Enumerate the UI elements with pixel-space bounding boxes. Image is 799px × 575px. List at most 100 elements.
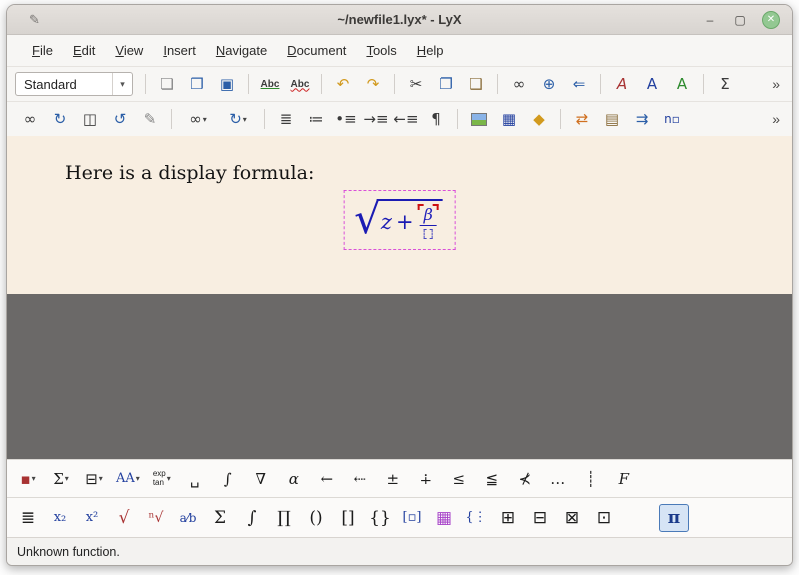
numbered-list-button[interactable]: ≔ bbox=[301, 106, 331, 133]
view-source-button[interactable]: ✎ bbox=[135, 106, 165, 133]
toggle-emphasis-button[interactable]: A bbox=[607, 71, 637, 98]
matrix-button[interactable]: ▦ bbox=[433, 504, 455, 532]
track-changes-button[interactable]: ⇄ bbox=[567, 106, 597, 133]
math-operators-menu[interactable]: ± bbox=[382, 465, 404, 493]
open-document-button[interactable]: ❒ bbox=[182, 71, 212, 98]
delete-row-button[interactable]: ⊟ bbox=[529, 504, 551, 532]
paragraph-style-combo[interactable]: Standard ▾ bbox=[15, 72, 133, 96]
math-integral-menu[interactable]: ∫ bbox=[217, 465, 239, 493]
parentheses-button[interactable]: () bbox=[305, 504, 327, 532]
menu-help[interactable]: Help bbox=[408, 39, 453, 62]
insert-graphics-button[interactable] bbox=[464, 106, 494, 133]
math-functions-menu[interactable]: exp tan▾ bbox=[151, 465, 173, 493]
math-negated-relations-menu[interactable]: ⊀ bbox=[514, 465, 536, 493]
insert-table-button[interactable]: ▦ bbox=[494, 106, 524, 133]
find-replace-button[interactable]: ∞ bbox=[504, 71, 534, 98]
bulleted-list-button[interactable]: •≡ bbox=[331, 106, 361, 133]
display-formula-button[interactable]: ≣ bbox=[17, 504, 39, 532]
close-button[interactable]: ✕ bbox=[762, 11, 780, 29]
apply-text-style-button[interactable]: A bbox=[667, 71, 697, 98]
toggle-math-toolbar-button[interactable]: π bbox=[659, 504, 689, 532]
nth-root-button[interactable]: ⁿ√ bbox=[145, 504, 167, 532]
math-font-menu[interactable]: AA▾ bbox=[116, 465, 140, 493]
math-operators-extra-menu[interactable]: ∔ bbox=[415, 465, 437, 493]
formula-fraction[interactable]: β bbox=[420, 206, 437, 239]
update-master-button[interactable]: ↺ bbox=[105, 106, 135, 133]
undo-button[interactable]: ↶ bbox=[328, 71, 358, 98]
paste-button[interactable]: ❑ bbox=[461, 71, 491, 98]
math-dots-menu[interactable]: … bbox=[547, 465, 569, 493]
view-other-formats-dropdown[interactable]: ∞▾ bbox=[178, 106, 218, 133]
default-paragraph-button[interactable]: ≣ bbox=[271, 106, 301, 133]
math-fraction-menu[interactable]: ⊟▾ bbox=[83, 465, 105, 493]
math-greek-menu[interactable]: α bbox=[283, 465, 305, 493]
title-bar[interactable]: ✎ ~/newfile1.lyx* - LyX – ▢ ✕ bbox=[7, 5, 792, 35]
empty-math-placeholder[interactable] bbox=[424, 229, 433, 239]
math-arrows-menu[interactable]: ← bbox=[316, 465, 338, 493]
cut-button[interactable]: ✂ bbox=[401, 71, 431, 98]
add-row-button[interactable]: ⊞ bbox=[497, 504, 519, 532]
menu-insert[interactable]: Insert bbox=[154, 39, 205, 62]
menu-file[interactable]: File bbox=[23, 39, 62, 62]
math-relations-menu[interactable]: ≤ bbox=[448, 465, 470, 493]
delimiters-button[interactable]: [▫] bbox=[401, 504, 423, 532]
toolbar-overflow-button[interactable]: » bbox=[768, 76, 784, 92]
new-document-button[interactable]: ❏ bbox=[152, 71, 182, 98]
maximize-button[interactable]: ▢ bbox=[732, 13, 748, 27]
big-product-button[interactable]: ∏ bbox=[273, 504, 295, 532]
menu-tools[interactable]: Tools bbox=[357, 39, 405, 62]
zoom-button[interactable]: ⊕ bbox=[534, 71, 564, 98]
formula-variable[interactable]: z bbox=[381, 210, 392, 234]
continuous-spellcheck-button[interactable]: Abc bbox=[285, 71, 315, 98]
fraction-button[interactable]: a⁄b bbox=[177, 504, 199, 532]
brackets-button[interactable]: [] bbox=[337, 504, 359, 532]
view-master-button[interactable]: ◫ bbox=[75, 106, 105, 133]
spellcheck-button[interactable]: Abc bbox=[255, 71, 285, 98]
menu-document[interactable]: Document bbox=[278, 39, 355, 62]
preview-button[interactable]: ∞ bbox=[15, 106, 45, 133]
document-page[interactable]: Here is a display formula: √ z + β bbox=[7, 136, 792, 294]
math-spacing-menu[interactable]: ␣ bbox=[184, 465, 206, 493]
navigate-back-button[interactable]: ⇐ bbox=[564, 71, 594, 98]
math-dashed-arrows-menu[interactable]: ⇠ bbox=[349, 465, 371, 493]
menu-navigate[interactable]: Navigate bbox=[207, 39, 276, 62]
math-relations-extra-menu[interactable]: ≦ bbox=[481, 465, 503, 493]
menu-view[interactable]: View bbox=[106, 39, 152, 62]
next-change-button[interactable]: ⇉ bbox=[627, 106, 657, 133]
subscript-button[interactable]: x₂ bbox=[49, 504, 71, 532]
paragraph-settings-button[interactable]: ¶ bbox=[421, 106, 451, 133]
insert-label-button[interactable]: ◆ bbox=[524, 106, 554, 133]
copy-button[interactable]: ❐ bbox=[431, 71, 461, 98]
cases-button[interactable]: {⋮ bbox=[465, 504, 487, 532]
fraction-numerator[interactable]: β bbox=[420, 206, 437, 226]
math-delimiter-line-menu[interactable]: ┊ bbox=[580, 465, 602, 493]
big-sum-button[interactable]: Σ bbox=[209, 504, 231, 532]
insert-math-button[interactable]: Σ bbox=[710, 71, 740, 98]
minimize-button[interactable]: – bbox=[702, 13, 718, 27]
delete-column-button[interactable]: ⊡ bbox=[593, 504, 615, 532]
save-document-button[interactable]: ▣ bbox=[212, 71, 242, 98]
menu-edit[interactable]: Edit bbox=[64, 39, 104, 62]
braces-button[interactable]: {} bbox=[369, 504, 391, 532]
math-inset[interactable]: √ z + β bbox=[343, 190, 456, 250]
paragraph-text[interactable]: Here is a display formula: bbox=[65, 162, 314, 184]
math-bigops-menu[interactable]: ∇ bbox=[250, 465, 272, 493]
formula-operator[interactable]: + bbox=[396, 210, 414, 234]
toggle-noun-button[interactable]: A bbox=[637, 71, 667, 98]
toolbar-overflow-button[interactable]: » bbox=[768, 111, 784, 127]
add-column-button[interactable]: ⊠ bbox=[561, 504, 583, 532]
superscript-button[interactable]: x² bbox=[81, 504, 103, 532]
decrease-depth-button[interactable]: ←≡ bbox=[391, 106, 421, 133]
insert-note-button[interactable]: ▤ bbox=[597, 106, 627, 133]
big-integral-button[interactable]: ∫ bbox=[241, 504, 263, 532]
document-workspace[interactable]: Here is a display formula: √ z + β bbox=[7, 136, 792, 459]
redo-button[interactable]: ↷ bbox=[358, 71, 388, 98]
sqrt-button[interactable]: √ bbox=[113, 504, 135, 532]
update-preview-button[interactable]: ↻ bbox=[45, 106, 75, 133]
math-frame-menu[interactable]: F bbox=[613, 465, 635, 493]
increase-depth-button[interactable]: →≡ bbox=[361, 106, 391, 133]
update-other-formats-dropdown[interactable]: ↻▾ bbox=[218, 106, 258, 133]
math-sum-menu[interactable]: Σ▾ bbox=[50, 465, 72, 493]
insert-nomenclature-button[interactable]: n▫ bbox=[657, 106, 687, 133]
math-style-menu[interactable]: ▪▾ bbox=[17, 465, 39, 493]
